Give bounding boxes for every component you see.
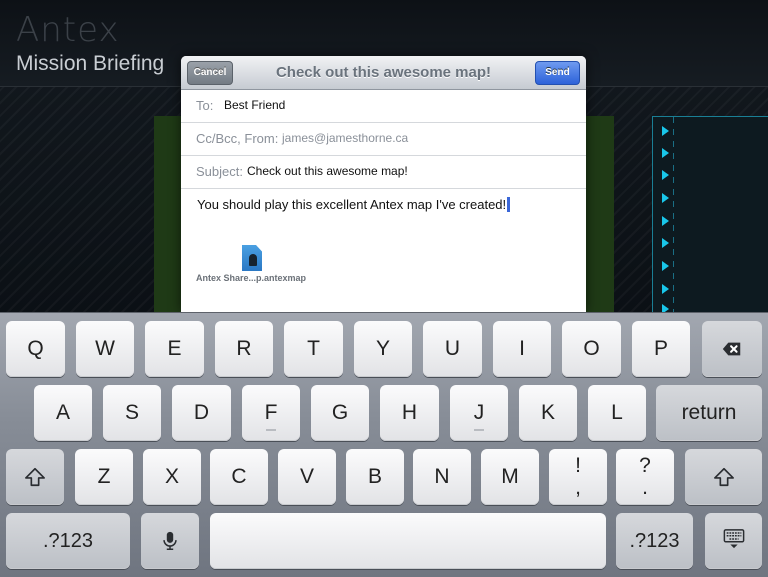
arrow-icon (662, 126, 669, 136)
key-s[interactable]: S (103, 385, 161, 441)
key-m[interactable]: M (481, 449, 539, 505)
app-title: Antex (16, 10, 120, 50)
subject-label: Subject: (196, 164, 243, 179)
key-z[interactable]: Z (75, 449, 133, 505)
side-panel (652, 116, 768, 318)
key-question-label: ? (639, 454, 651, 477)
return-key[interactable]: return (656, 385, 762, 441)
numbers-key-left[interactable]: .?123 (6, 513, 130, 569)
from-value: james@jamesthorne.ca (282, 131, 409, 145)
key-y[interactable]: Y (354, 321, 412, 377)
document-icon[interactable] (242, 245, 262, 271)
key-q[interactable]: Q (6, 321, 65, 377)
numbers-key-right[interactable]: .?123 (616, 513, 693, 569)
backspace-key[interactable] (702, 321, 762, 377)
ccbcc-label: Cc/Bcc, From: (196, 131, 279, 146)
backspace-icon (722, 342, 741, 356)
key-n[interactable]: N (413, 449, 471, 505)
send-button[interactable]: Send (535, 61, 580, 85)
key-r[interactable]: R (215, 321, 273, 377)
key-o[interactable]: O (562, 321, 621, 377)
key-l[interactable]: L (588, 385, 646, 441)
shift-key-right[interactable] (685, 449, 762, 505)
key-question-period[interactable]: ? . (616, 449, 674, 505)
subject-value[interactable]: Check out this awesome map! (247, 164, 408, 178)
message-body-text: You should play this excellent Antex map… (197, 197, 507, 212)
shift-key-left[interactable] (6, 449, 64, 505)
arrow-icon (662, 170, 669, 180)
key-e[interactable]: E (145, 321, 204, 377)
dictation-key[interactable] (141, 513, 199, 569)
to-recipient[interactable]: Best Friend (224, 98, 285, 112)
arrow-icon (662, 284, 669, 294)
home-bump (266, 429, 276, 431)
keyboard-hide-icon (723, 529, 744, 549)
key-comma-label: , (575, 476, 581, 499)
key-i[interactable]: I (493, 321, 551, 377)
key-b[interactable]: B (346, 449, 404, 505)
key-w[interactable]: W (76, 321, 134, 377)
subject-field[interactable]: Subject: Check out this awesome map! (181, 155, 586, 189)
to-field[interactable]: To: Best Friend (181, 89, 586, 123)
key-j-label: J (473, 401, 485, 424)
arrow-icon (662, 261, 669, 271)
arrow-icon (662, 193, 669, 203)
key-x[interactable]: X (143, 449, 201, 505)
shift-icon (713, 467, 734, 487)
attachment-name: Antex Share...p.antexmap (196, 273, 307, 283)
ccbcc-from-field[interactable]: Cc/Bcc, From: james@jamesthorne.ca (181, 122, 586, 156)
text-caret (507, 197, 511, 212)
mail-nav-bar: Cancel Check out this awesome map! Send (181, 56, 586, 90)
key-period-label: . (642, 476, 648, 499)
shift-icon (25, 467, 45, 487)
key-exclamation-comma[interactable]: ! , (549, 449, 607, 505)
mail-compose-sheet: Cancel Check out this awesome map! Send … (181, 56, 586, 312)
key-f[interactable]: F (242, 385, 300, 441)
key-d[interactable]: D (172, 385, 231, 441)
key-j[interactable]: J (450, 385, 508, 441)
side-panel-edge (673, 117, 674, 317)
key-v[interactable]: V (278, 449, 336, 505)
key-g[interactable]: G (311, 385, 369, 441)
key-c[interactable]: C (210, 449, 268, 505)
key-k[interactable]: K (519, 385, 577, 441)
space-bar[interactable] (210, 513, 606, 569)
hide-keyboard-key[interactable] (705, 513, 762, 569)
key-f-label: F (264, 401, 278, 424)
onscreen-keyboard: Q W E R T Y U I O P A S D F G H J K L re… (0, 312, 768, 577)
arrow-icon (662, 238, 669, 248)
message-body[interactable]: You should play this excellent Antex map… (197, 197, 511, 212)
arrow-icon (662, 148, 669, 158)
microphone-icon (163, 531, 177, 550)
key-exclamation-label: ! (575, 454, 581, 477)
key-p[interactable]: P (632, 321, 690, 377)
key-h[interactable]: H (380, 385, 439, 441)
app-subtitle: Mission Briefing (16, 52, 165, 75)
mail-title: Check out this awesome map! (275, 64, 492, 81)
home-bump (474, 429, 484, 431)
arrow-icon (662, 216, 669, 226)
to-label: To: (196, 98, 214, 113)
key-u[interactable]: U (423, 321, 482, 377)
key-a[interactable]: A (34, 385, 92, 441)
key-t[interactable]: T (284, 321, 343, 377)
